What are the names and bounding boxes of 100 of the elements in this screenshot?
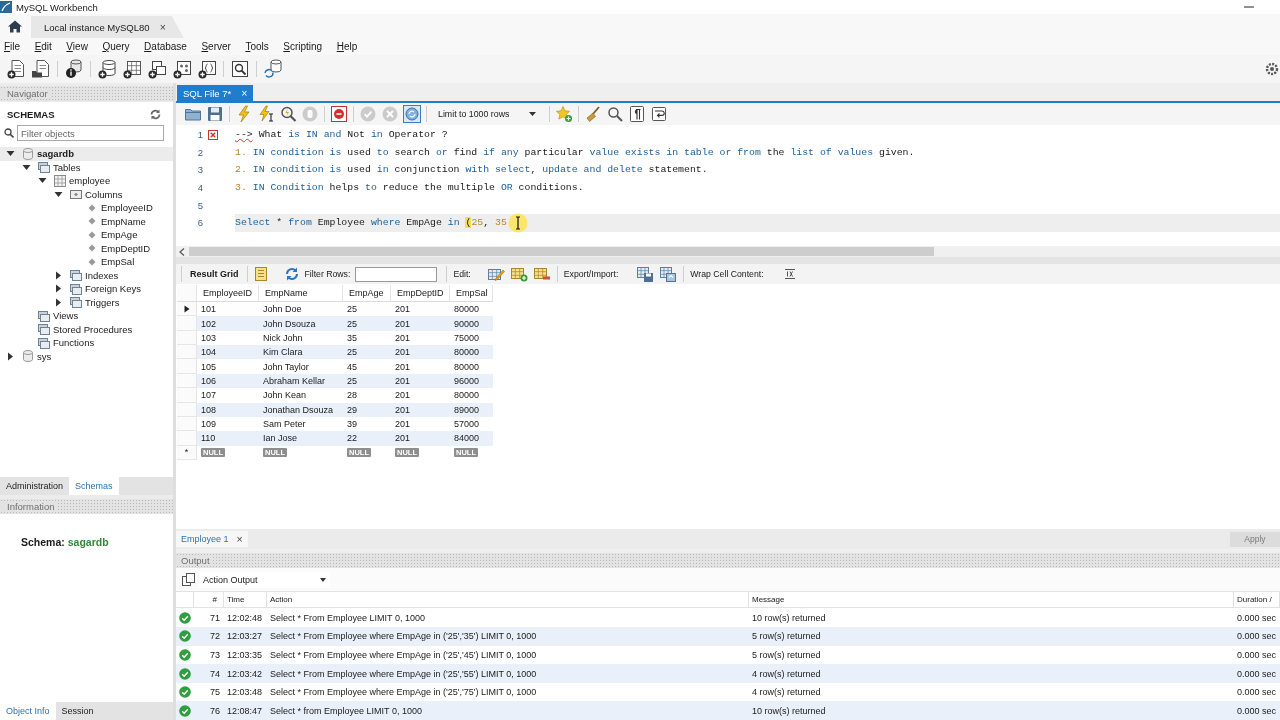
panel-tab[interactable]: Object Info: [0, 702, 56, 720]
tree-item[interactable]: employee: [0, 174, 173, 188]
tree-item[interactable]: Columns: [0, 187, 173, 201]
star-add-icon[interactable]: [555, 105, 574, 123]
caret-down-icon[interactable]: [6, 149, 15, 159]
refresh-icon[interactable]: [150, 108, 161, 120]
table-cell-text: 0.000 sec: [1236, 686, 1278, 700]
menu-item[interactable]: Help: [336, 41, 358, 52]
window-add-icon[interactable]: [147, 59, 167, 79]
lightning-cursor-icon[interactable]: [257, 105, 275, 123]
connection-tab[interactable]: Local instance MySQL80 ×: [31, 16, 184, 38]
stop-sign-icon[interactable]: [330, 105, 348, 123]
tree-item[interactable]: EmployeeID: [0, 201, 173, 215]
close-tab-button[interactable]: ×: [236, 533, 243, 546]
grid-save-icon[interactable]: [636, 266, 655, 282]
table-cell-text: Select * From Employee where EmpAge in ('25','45') LIMIT 0, 1000: [269, 648, 538, 662]
menu-item[interactable]: Database: [144, 41, 187, 52]
menu-item[interactable]: Scripting: [283, 41, 323, 52]
table-cell-text: 74: [209, 667, 221, 681]
column-header[interactable]: EmpName: [259, 285, 343, 301]
caret-right-icon[interactable]: [54, 297, 63, 307]
window-title: MySQL Workbench: [16, 1, 98, 13]
table-cell-text: 12:03:42: [226, 667, 264, 681]
caret-down-icon[interactable]: [54, 189, 63, 199]
pilcrow-icon[interactable]: [628, 105, 647, 123]
menu-item[interactable]: File: [4, 41, 21, 52]
tree-item[interactable]: Indexes: [0, 268, 173, 282]
caret-right-icon[interactable]: [54, 284, 63, 294]
menu-item[interactable]: Query: [102, 41, 130, 52]
database-sync-icon[interactable]: [263, 59, 283, 79]
grid-remove-icon[interactable]: [532, 266, 551, 282]
wrap-text-icon[interactable]: [783, 268, 796, 280]
dots-box-add-icon[interactable]: [172, 59, 192, 79]
table-cell-text: 101: [200, 303, 218, 317]
column-header[interactable]: Duration /: [1234, 592, 1280, 608]
column-header[interactable]: EmpAge: [343, 285, 391, 301]
panel-tab[interactable]: Schemas: [69, 477, 119, 495]
edit-grid-icon[interactable]: [486, 266, 505, 282]
tree-item[interactable]: Functions: [0, 336, 173, 350]
output-mode-dropdown[interactable]: Action Output: [199, 571, 330, 588]
scroll-left-icon[interactable]: [179, 247, 185, 256]
menu-item[interactable]: Server: [201, 41, 231, 52]
column-header[interactable]: EmployeeID: [197, 285, 259, 301]
filter-field[interactable]: Filter objects: [17, 125, 164, 141]
caret-right-icon[interactable]: [54, 270, 63, 280]
save-icon[interactable]: [206, 105, 224, 123]
tree-item[interactable]: Triggers: [0, 295, 173, 309]
menu-item[interactable]: View: [66, 41, 88, 52]
menu-item[interactable]: Edit: [34, 41, 52, 52]
settings-icon[interactable]: [1265, 62, 1279, 76]
caret-down-icon[interactable]: [38, 176, 47, 186]
tree-item[interactable]: Views: [0, 309, 173, 323]
document-folder-icon[interactable]: [31, 59, 51, 79]
tree-item[interactable]: Stored Procedures: [0, 322, 173, 336]
column-header[interactable]: EmpDeptID: [391, 285, 450, 301]
tree-item[interactable]: sys: [0, 349, 173, 363]
search-icon[interactable]: [606, 105, 625, 123]
scrollbar-thumb[interactable]: [189, 247, 934, 256]
document-add-icon[interactable]: [6, 59, 26, 79]
folder-icon: [38, 309, 50, 322]
column-header[interactable]: Message: [749, 592, 1234, 608]
tree-item[interactable]: sagardb: [0, 147, 173, 161]
tree-item[interactable]: EmpSal: [0, 255, 173, 269]
refresh-icon[interactable]: [283, 266, 300, 282]
copy-icon[interactable]: [182, 573, 195, 587]
column-header[interactable]: Action: [267, 592, 749, 608]
folder-icon: [70, 282, 82, 295]
wrap-icon[interactable]: [650, 105, 669, 123]
tree-item[interactable]: EmpDeptID: [0, 241, 173, 255]
magnifier-icon[interactable]: [279, 105, 297, 123]
limit-dropdown[interactable]: Limit to 1000 rows: [432, 105, 543, 123]
braces-box-add-icon[interactable]: [197, 59, 217, 79]
grid-add-icon[interactable]: [509, 266, 528, 282]
table-cell-text: 103: [200, 331, 218, 345]
editor-tab[interactable]: SQL File 7* ×: [177, 85, 254, 101]
tree-item[interactable]: EmpAge: [0, 228, 173, 242]
broom-icon[interactable]: [584, 105, 603, 123]
row-header[interactable]: [177, 302, 197, 317]
column-header[interactable]: #: [194, 592, 224, 608]
grid-open-icon[interactable]: [659, 266, 678, 282]
autocommit-button[interactable]: [403, 105, 421, 123]
column-header[interactable]: Time: [224, 592, 267, 608]
database-add-icon[interactable]: [97, 59, 117, 79]
form-icon[interactable]: [253, 266, 268, 282]
caret-down-icon[interactable]: [22, 162, 31, 172]
tree-item[interactable]: EmpName: [0, 214, 173, 228]
tree-item[interactable]: Foreign Keys: [0, 282, 173, 296]
close-tab-button[interactable]: ×: [159, 21, 166, 33]
info-icon[interactable]: [64, 59, 84, 79]
close-tab-button[interactable]: ×: [241, 87, 248, 99]
caret-right-icon[interactable]: [6, 351, 15, 361]
menu-item[interactable]: Tools: [245, 41, 269, 52]
table-add-icon[interactable]: [122, 59, 142, 79]
result-grid-button[interactable]: Result Grid: [188, 269, 241, 279]
column-header[interactable]: EmpSal: [450, 285, 493, 301]
home-icon[interactable]: [8, 20, 22, 33]
filter-rows-field[interactable]: [355, 266, 438, 282]
search-icon[interactable]: [230, 59, 250, 79]
tree-item[interactable]: Tables: [0, 160, 173, 174]
result-tab[interactable]: Employee 1 ×: [176, 531, 248, 548]
